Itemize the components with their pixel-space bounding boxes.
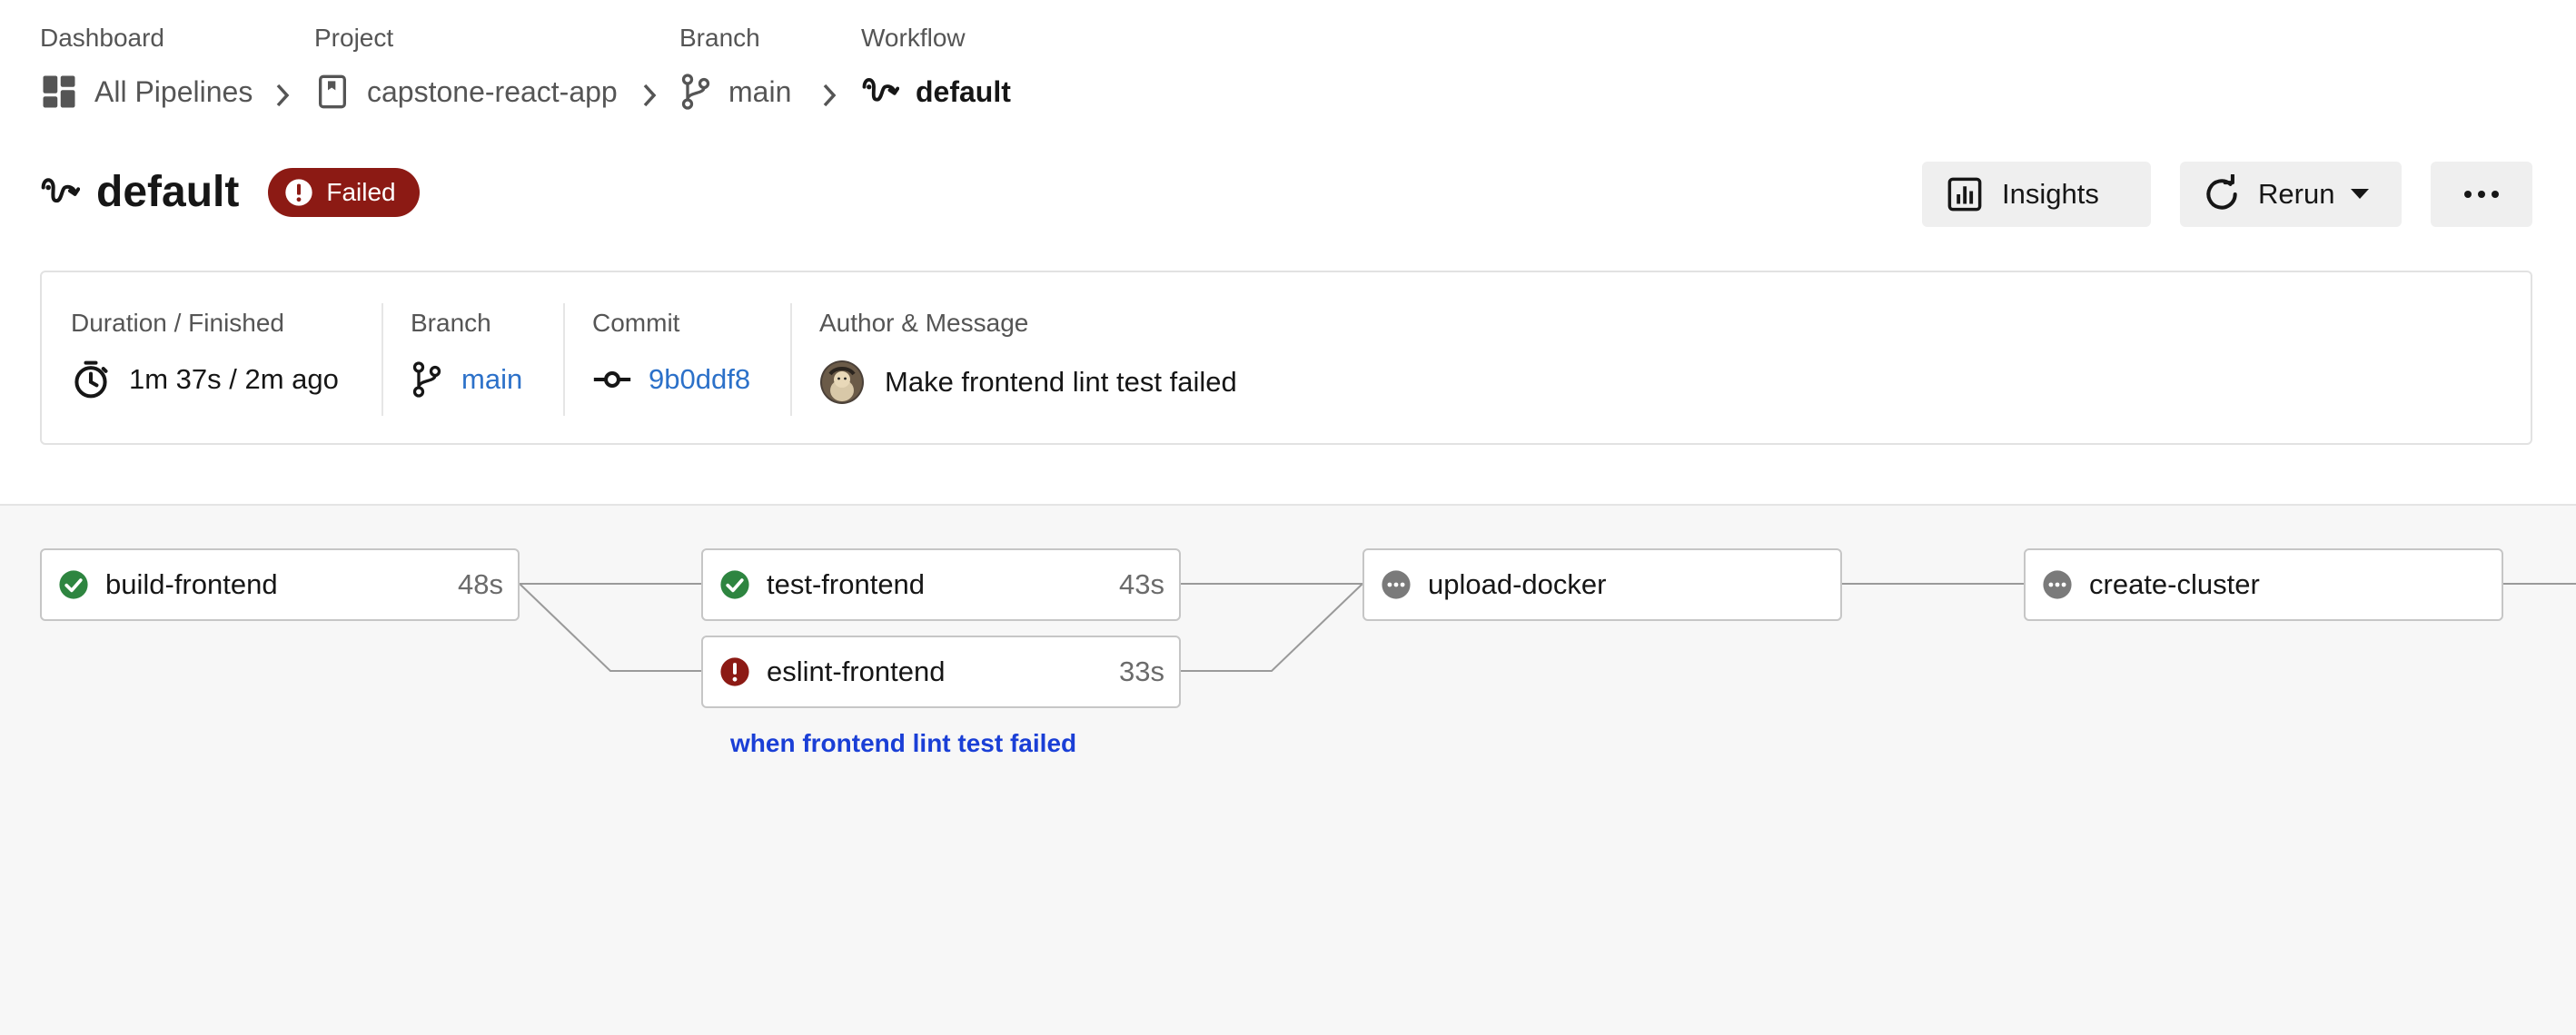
refresh-icon	[2206, 174, 2237, 210]
job-duration: 48s	[458, 568, 503, 600]
breadcrumb-label: Branch	[679, 24, 760, 52]
job-name: create-cluster	[2089, 568, 2260, 600]
job-duration: 43s	[1119, 568, 1164, 600]
divider	[381, 303, 383, 416]
job-upload-docker[interactable]: upload-docker	[1362, 548, 1842, 621]
caret-down-icon	[2351, 189, 2370, 199]
alert-icon	[285, 178, 313, 206]
more-horizontal-icon	[2464, 191, 2499, 198]
pending-dots-icon	[1382, 570, 1411, 599]
breadcrumb-value[interactable]: default	[861, 73, 1011, 111]
workflow-icon	[862, 78, 899, 102]
author-message-label: Author & Message	[819, 309, 1029, 337]
breadcrumb-value[interactable]: capstone-react-app	[314, 73, 618, 111]
duration-value-row: 1m 37s / 2m ago	[71, 360, 339, 399]
breadcrumb-label: Dashboard	[40, 24, 164, 52]
branch-label: Branch	[411, 309, 491, 337]
branch-icon	[681, 74, 710, 110]
commit-value-row: 9b0ddf8	[592, 360, 750, 399]
breadcrumb-branch[interactable]: Branch main	[679, 24, 791, 110]
stopwatch-icon	[74, 360, 108, 399]
connector-build-to-eslint	[519, 583, 701, 672]
job-name: upload-docker	[1428, 568, 1607, 600]
breadcrumb-dashboard[interactable]: Dashboard All Pipelines	[40, 24, 253, 108]
commit-message: Make frontend lint test failed	[885, 366, 1237, 398]
approval-link[interactable]: when frontend lint test failed	[730, 729, 1076, 758]
job-eslint-frontend[interactable]: eslint-frontend 33s	[701, 636, 1181, 708]
avatar[interactable]	[819, 360, 865, 405]
more-options-button[interactable]	[2431, 162, 2532, 227]
chevron-right-icon	[823, 84, 837, 107]
pending-dots-icon	[2043, 570, 2072, 599]
divider	[790, 303, 792, 416]
job-name: eslint-frontend	[767, 656, 946, 687]
job-name: test-frontend	[767, 568, 926, 600]
project-icon	[319, 74, 346, 109]
success-check-icon	[720, 570, 749, 599]
job-name: build-frontend	[105, 568, 278, 600]
insights-button[interactable]: Insights	[1922, 162, 2151, 227]
commit-label: Commit	[592, 309, 680, 337]
page-title: default	[96, 168, 240, 216]
insights-chart-icon	[1947, 177, 1982, 212]
workflow-header: default Failed	[40, 167, 420, 217]
dashboard-icon	[43, 75, 75, 108]
branch-value-row: main	[411, 360, 522, 399]
breadcrumb-project[interactable]: Project capstone-react-app	[314, 24, 618, 109]
breadcrumb-label: Project	[314, 24, 394, 52]
workflow-info-card: Duration / Finished 1m 37s / 2m ago Bran…	[40, 271, 2532, 445]
commit-link[interactable]: 9b0ddf8	[649, 363, 750, 396]
breadcrumb-value[interactable]: All Pipelines	[40, 73, 253, 111]
connector-eslint-to-upload	[1181, 583, 1363, 672]
job-test-frontend[interactable]: test-frontend 43s	[701, 548, 1181, 621]
branch-link[interactable]: main	[461, 363, 522, 396]
success-check-icon	[59, 570, 88, 599]
chevron-right-icon	[643, 84, 657, 107]
breadcrumb-value[interactable]: main	[679, 73, 791, 111]
commit-icon	[593, 371, 631, 388]
divider	[563, 303, 565, 416]
breadcrumb-workflow[interactable]: Workflow default	[861, 24, 1011, 108]
author-message-row: Make frontend lint test failed	[819, 360, 1237, 405]
breadcrumb-label: Workflow	[861, 24, 966, 52]
chevron-right-icon	[276, 84, 290, 107]
failed-alert-icon	[720, 657, 749, 686]
status-badge: Failed	[268, 167, 420, 217]
duration-label: Duration / Finished	[71, 309, 285, 337]
job-build-frontend[interactable]: build-frontend 48s	[40, 548, 520, 621]
workflow-icon	[41, 177, 80, 202]
job-duration: 33s	[1119, 656, 1164, 687]
rerun-button[interactable]: Rerun	[2180, 162, 2402, 227]
branch-icon	[412, 361, 441, 398]
job-create-cluster[interactable]: create-cluster	[2024, 548, 2503, 621]
duration-value: 1m 37s / 2m ago	[129, 363, 339, 395]
